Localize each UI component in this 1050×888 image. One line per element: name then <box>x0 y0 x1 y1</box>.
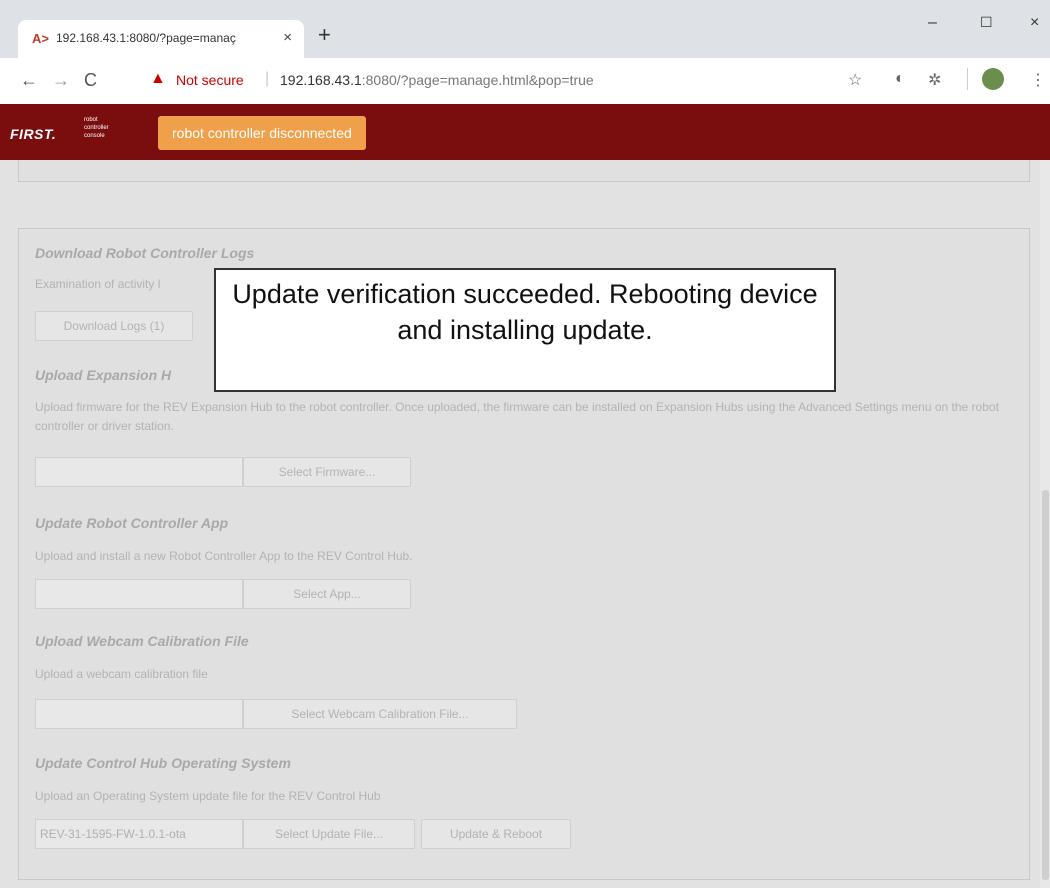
update-status-dialog: Update verification succeeded. Rebooting… <box>214 268 836 392</box>
download-logs-button[interactable]: Download Logs (1) <box>35 311 193 341</box>
scrollbar-thumb[interactable] <box>1042 490 1049 880</box>
section-title-webcam: Upload Webcam Calibration File <box>35 633 249 649</box>
section-title-logs: Download Robot Controller Logs <box>35 245 255 261</box>
browser-tab[interactable]: A> 192.168.43.1:8080/?page=manaç × <box>18 20 304 58</box>
forward-button[interactable]: → <box>52 70 70 91</box>
toolbar-divider <box>967 68 968 90</box>
browser-toolbar: ← → C ▲ Not secure | 192.168.43.1:8080/?… <box>0 58 1050 104</box>
circle-icon[interactable]: ◐ <box>895 70 905 88</box>
favicon-icon: A> <box>32 31 49 46</box>
section-title-app: Update Robot Controller App <box>35 515 229 531</box>
webcam-file-field[interactable] <box>35 699 243 729</box>
select-webcam-button[interactable]: Select Webcam Calibration File... <box>243 699 517 729</box>
tab-close-icon[interactable]: × <box>283 29 292 46</box>
brand-logo: FIRST. <box>10 126 57 142</box>
address-bar[interactable]: 192.168.43.1:8080/?page=manage.html&pop=… <box>280 72 594 88</box>
menu-icon[interactable]: ⋮ <box>1030 70 1046 90</box>
section-title-os: Update Control Hub Operating System <box>35 755 291 771</box>
url-path: :8080/?page=manage.html&pop=true <box>361 72 594 88</box>
app-header: FIRST. robot controller console robot co… <box>0 104 1050 160</box>
section-desc-app: Upload and install a new Robot Controlle… <box>35 549 413 563</box>
reload-button[interactable]: C <box>84 70 97 91</box>
url-host: 192.168.43.1 <box>280 72 362 88</box>
app-file-field[interactable] <box>35 579 243 609</box>
maximize-button[interactable]: ☐ <box>980 14 993 31</box>
os-file-field[interactable]: REV-31-1595-FW-1.0.1-ota <box>35 819 243 849</box>
previous-panel <box>18 160 1030 182</box>
section-desc-expansion: Upload firmware for the REV Expansion Hu… <box>35 400 999 433</box>
select-update-file-button[interactable]: Select Update File... <box>243 819 415 849</box>
update-status-message: Update verification succeeded. Rebooting… <box>232 279 818 345</box>
section-title-expansion: Upload Expansion H <box>35 367 172 383</box>
tab-title: 192.168.43.1:8080/?page=manaç <box>56 31 236 45</box>
url-divider: | <box>265 70 270 87</box>
minimize-button[interactable]: – <box>928 14 937 32</box>
section-desc-os: Upload an Operating System update file f… <box>35 789 381 803</box>
extension-icon[interactable]: ✲ <box>928 70 941 90</box>
security-label[interactable]: Not secure <box>176 72 244 88</box>
profile-icon[interactable] <box>982 68 1004 90</box>
select-firmware-button[interactable]: Select Firmware... <box>243 457 411 487</box>
connection-status-badge: robot controller disconnected <box>158 116 366 150</box>
section-desc-logs: Examination of activity l <box>35 277 161 291</box>
star-icon[interactable]: ☆ <box>848 70 862 90</box>
warning-icon[interactable]: ▲ <box>150 70 166 88</box>
new-tab-button[interactable]: + <box>318 22 331 48</box>
brand-subtitle: robot controller console <box>84 117 109 139</box>
browser-tab-strip: A> 192.168.43.1:8080/?page=manaç × + – ☐… <box>0 0 1050 58</box>
update-reboot-button[interactable]: Update & Reboot <box>421 819 571 849</box>
firmware-file-field[interactable] <box>35 457 243 487</box>
section-desc-webcam: Upload a webcam calibration file <box>35 667 208 681</box>
select-app-button[interactable]: Select App... <box>243 579 411 609</box>
close-window-button[interactable]: × <box>1030 14 1039 32</box>
back-button[interactable]: ← <box>20 70 38 91</box>
scrollbar[interactable] <box>1040 160 1050 888</box>
